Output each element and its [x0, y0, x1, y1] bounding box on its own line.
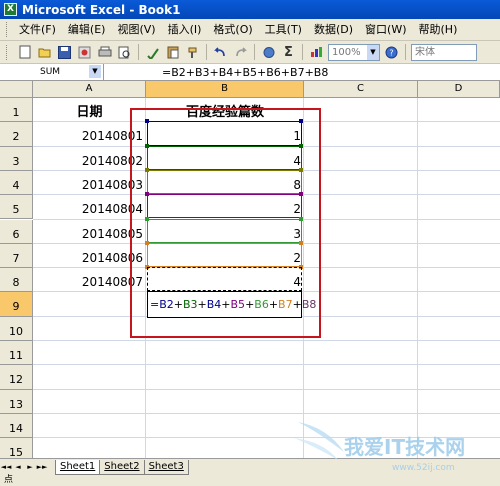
row-header[interactable]: 5	[0, 195, 33, 220]
chevron-down-icon[interactable]: ▼	[89, 65, 101, 78]
autosum-icon[interactable]: Σ	[280, 44, 297, 61]
gridline	[33, 388, 500, 390]
new-icon[interactable]	[16, 44, 33, 61]
menu-item[interactable]: 编辑(E)	[62, 21, 112, 39]
menu-item[interactable]: 工具(T)	[259, 21, 308, 39]
print-icon[interactable]	[96, 44, 113, 61]
row-header[interactable]: 14	[0, 413, 33, 439]
menu-item[interactable]: 插入(I)	[162, 21, 208, 39]
select-all-corner[interactable]	[0, 81, 33, 98]
help-icon[interactable]: ?	[383, 44, 400, 61]
menu-item[interactable]: 文件(F)	[13, 21, 62, 39]
spelling-icon[interactable]	[144, 44, 161, 61]
menu-item[interactable]: 格式(O)	[207, 21, 258, 39]
sheet-nav-button[interactable]: ◄	[12, 463, 24, 471]
paste-icon[interactable]	[164, 44, 181, 61]
open-icon[interactable]	[36, 44, 53, 61]
name-box-value: SUM	[40, 67, 61, 77]
status-text: 点	[4, 475, 14, 485]
save-icon[interactable]	[56, 44, 73, 61]
formula-input[interactable]: =B2+B3+B4+B5+B6+B7+B8	[162, 66, 328, 79]
name-box[interactable]: SUM ▼	[0, 64, 104, 80]
sheet-tabs-bar: ◄◄ ◄ ► ►► Sheet1 Sheet2 Sheet3	[0, 458, 500, 475]
row-header[interactable]: 1	[0, 98, 33, 123]
excel-icon: X	[4, 3, 17, 16]
highlight-annotation	[130, 108, 321, 338]
gridline	[33, 340, 500, 341]
row-header[interactable]: 12	[0, 365, 33, 390]
gridline	[33, 437, 500, 439]
gridline	[33, 364, 500, 366]
column-header-b[interactable]: B	[146, 81, 304, 98]
menu-item[interactable]: 窗口(W)	[359, 21, 412, 39]
column-header-c[interactable]: C	[304, 81, 418, 98]
menu-grip[interactable]	[6, 22, 9, 37]
toolbar-separator	[138, 44, 139, 60]
menu-item[interactable]: 视图(V)	[111, 21, 161, 39]
menu-item[interactable]: 数据(D)	[308, 21, 359, 39]
font-name-box[interactable]: 宋体	[411, 43, 477, 61]
sheet-nav-button[interactable]: ►	[24, 463, 36, 471]
toolbar-separator	[254, 44, 255, 60]
permission-icon[interactable]	[76, 44, 93, 61]
row-header[interactable]: 4	[0, 170, 33, 196]
chart-wizard-icon[interactable]	[308, 44, 325, 61]
toolbar-grip[interactable]	[6, 44, 9, 60]
row-header[interactable]: 9	[0, 292, 33, 317]
row-header[interactable]: 10	[0, 316, 33, 341]
sheet-nav-button[interactable]: ►►	[36, 463, 48, 471]
toolbar-separator	[206, 44, 207, 60]
zoom-value: 100%	[332, 46, 361, 58]
standard-toolbar: Σ 100% ▼ ? 宋体	[0, 41, 500, 64]
toolbar-separator	[405, 44, 406, 60]
gridline	[417, 98, 418, 458]
row-header[interactable]: 6	[0, 219, 33, 244]
row-header[interactable]: 11	[0, 341, 33, 366]
sheet-nav-button[interactable]: ◄◄	[0, 463, 12, 471]
print-preview-icon[interactable]	[116, 44, 133, 61]
window-title: Microsoft Excel - Book1	[22, 2, 181, 17]
toolbar-separator	[302, 44, 303, 60]
sheet-tab-sheet1[interactable]: Sheet1	[55, 459, 101, 475]
formula-bar: SUM ▼ =B2+B3+B4+B5+B6+B7+B8	[0, 64, 500, 81]
sheet-tab-sheet2[interactable]: Sheet2	[99, 459, 145, 475]
title-bar: X Microsoft Excel - Book1	[0, 0, 500, 19]
svg-text:?: ?	[389, 48, 393, 57]
worksheet-grid[interactable]: ABCD12345678910111213141516日期百度经验篇数20140…	[0, 81, 500, 458]
status-bar: 点	[0, 475, 500, 486]
row-header[interactable]: 2	[0, 122, 33, 147]
chevron-down-icon[interactable]: ▼	[367, 44, 379, 60]
fx-area	[104, 64, 162, 80]
row-header[interactable]: 7	[0, 243, 33, 269]
menu-bar: 文件(F) 编辑(E) 视图(V) 插入(I) 格式(O) 工具(T) 数据(D) 窗口(W)…	[0, 19, 500, 41]
undo-icon[interactable]	[212, 44, 229, 61]
column-header-a[interactable]: A	[33, 81, 146, 98]
format-painter-icon[interactable]	[184, 44, 201, 61]
zoom-dropdown[interactable]: 100% ▼	[328, 43, 380, 61]
sheet-tab-sheet3[interactable]: Sheet3	[143, 459, 189, 475]
row-header[interactable]: 13	[0, 389, 33, 414]
gridline	[33, 412, 500, 414]
row-header[interactable]: 3	[0, 146, 33, 171]
row-header[interactable]: 8	[0, 268, 33, 293]
column-header-d[interactable]: D	[418, 81, 500, 98]
hyperlink-icon[interactable]	[260, 44, 277, 61]
redo-icon[interactable]	[232, 44, 249, 61]
menu-item[interactable]: 帮助(H)	[413, 21, 464, 39]
row-header[interactable]: 15	[0, 438, 33, 458]
